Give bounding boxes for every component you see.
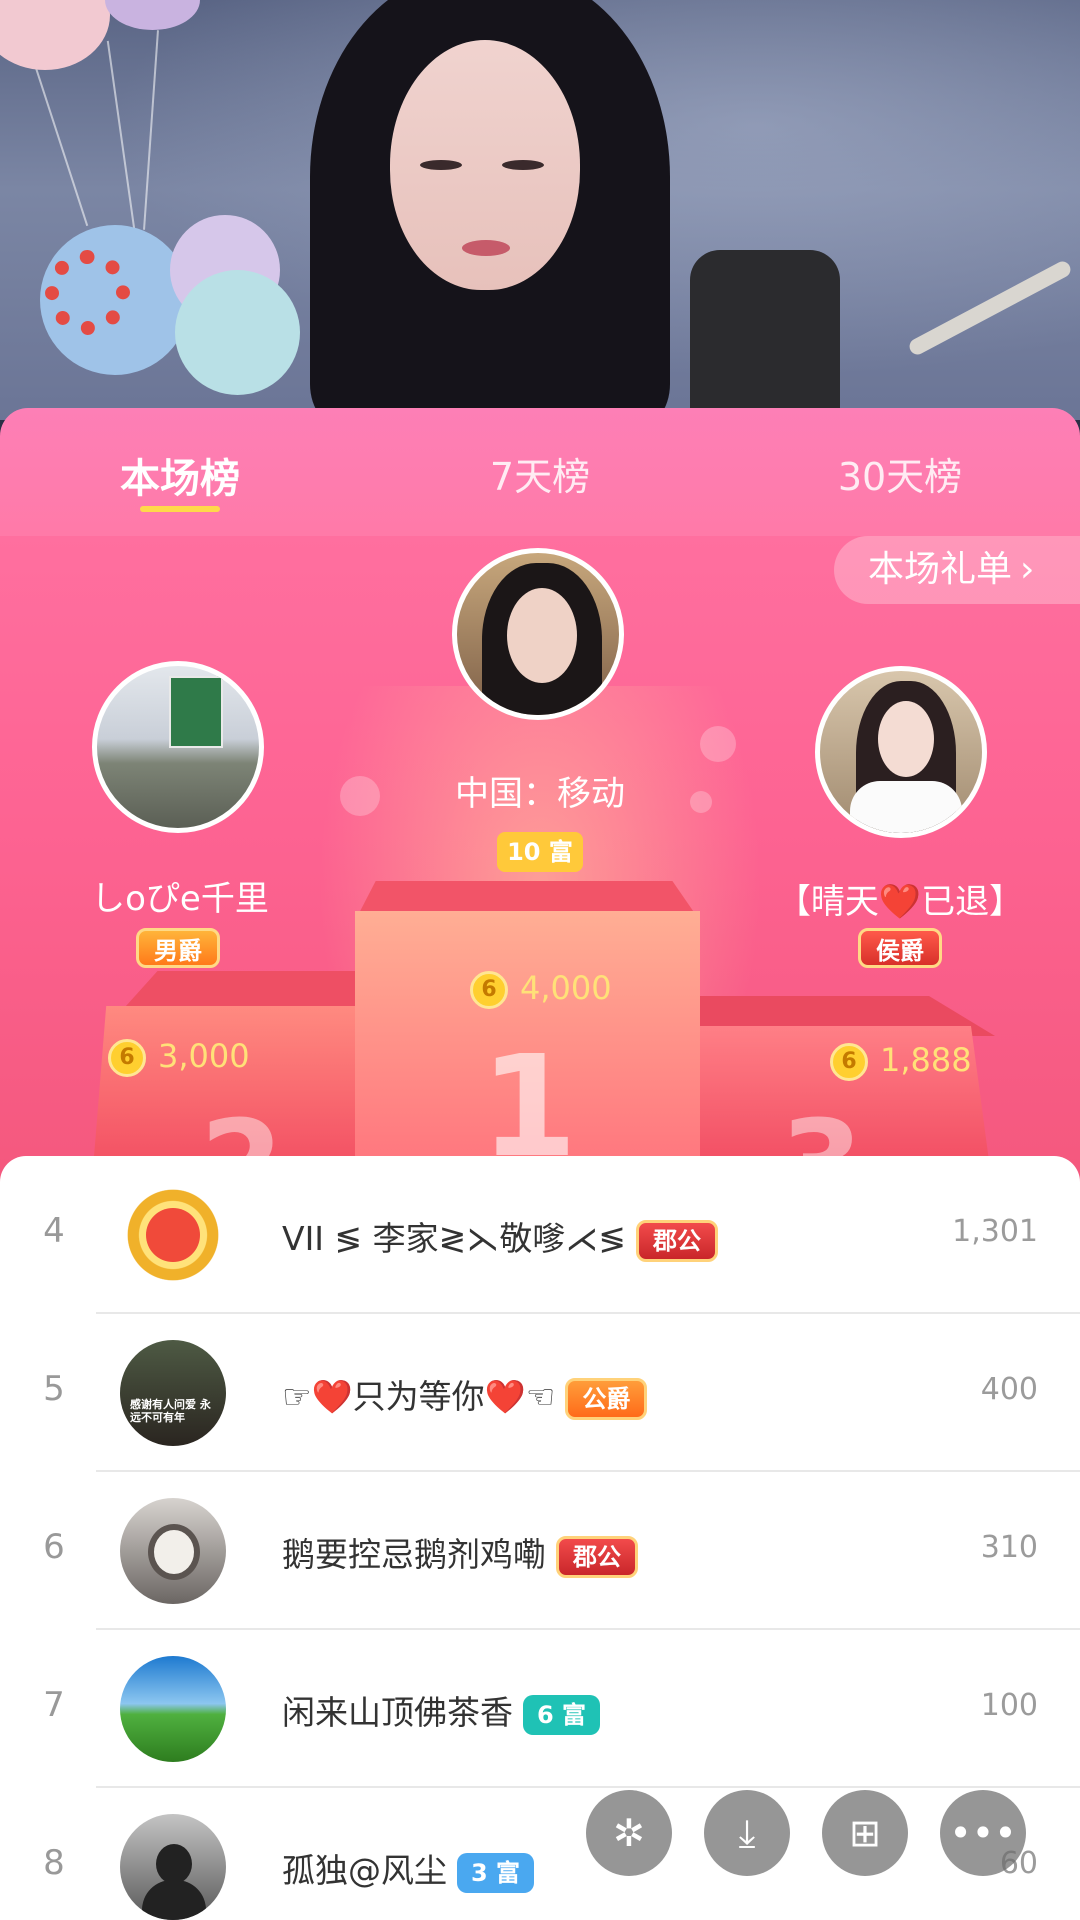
rank-1-rich-badge: 10 富 [497,832,583,872]
user-name-line: 鹅要控忌鹅剂鸡嘞 郡公 [282,1528,638,1578]
user-name-line: 孤独@风尘 3 富 [282,1844,535,1893]
chair [690,250,840,420]
rich-level-badge: 3 富 [457,1852,535,1893]
avatar-face-icon [146,1208,200,1262]
list-item[interactable]: 7 闲来山顶佛茶香 6 富 100 [0,1630,1080,1788]
top-three-podium: 本场礼单 › 1 2 3 中国：移动 しoぴe千里 【晴天❤️已退】 10 富 男… [0,536,1080,1188]
score-value: 4,000 [520,969,612,1007]
coin-icon: 6 [108,1039,146,1077]
cat-icon [148,1524,200,1580]
live-stream-video[interactable] [0,0,1080,420]
noble-badge: 郡公 [635,1219,718,1262]
rich-level-badge: 6 富 [523,1694,601,1735]
share-button[interactable]: ✲ [586,1790,672,1876]
apps-button[interactable]: ⊞ [822,1790,908,1876]
download-icon: ⤓ [738,1811,756,1855]
user-name-line: VII ≶ 李家≷⋋敬嗲⋌≶ 郡公 [282,1212,718,1262]
share-icon: ✲ [613,1811,645,1855]
avatar-text: 感谢有人问爱 永远不可有年 [130,1398,211,1424]
gift-list-button[interactable]: 本场礼单 › [834,536,1080,604]
score: 400 [980,1372,1038,1407]
rank-number: 5 [43,1369,65,1409]
user-name: 鹅要控忌鹅剂鸡嘞 [282,1535,546,1574]
streamer-face [390,40,580,290]
rank-3-name[interactable]: 【晴天❤️已退】 [730,874,1070,923]
user-name: ☞❤️只为等你❤️☜ [282,1377,556,1416]
rank-2-name[interactable]: しoぴe千里 [10,871,350,920]
avatar[interactable] [120,1656,226,1762]
sparkle [700,726,736,762]
road-sign [169,676,223,748]
avatar[interactable] [120,1814,226,1920]
tab-this-session[interactable]: 本场榜 [50,446,310,504]
gift-list-label: 本场礼单 [868,549,1013,590]
user-name: VII ≶ 李家≷⋋敬嗲⋌≶ [282,1219,626,1258]
avatar[interactable] [120,1498,226,1604]
list-item[interactable]: 5 感谢有人问爱 永远不可有年 ☞❤️只为等你❤️☜ 公爵 400 [0,1314,1080,1472]
more-icon: ••• [949,1811,1017,1855]
score: 310 [980,1530,1038,1565]
list-item[interactable]: 8 孤独@风尘 3 富 60 [0,1788,1080,1920]
rank-1-score: 6 4,000 [470,966,612,1010]
avatar[interactable]: 感谢有人问爱 永远不可有年 [120,1340,226,1446]
ranking-list: 4 VII ≶ 李家≷⋋敬嗲⋌≶ 郡公 1,301 5 感谢有人问爱 永远不可有年… [0,1156,1080,1920]
avatar-rank-3[interactable] [815,666,987,838]
avatar-head [156,1844,192,1884]
avatar-rank-1[interactable] [452,548,624,720]
noble-badge: 郡公 [556,1535,638,1578]
ranking-panel: 本场榜 7天榜 30天榜 本场礼单 › 1 2 3 中国：移动 しoぴe千里 【… [0,408,1080,1920]
rank-2-noble-badge: 男爵 [136,928,220,968]
eye [420,160,462,170]
rank-number: 4 [43,1211,65,1251]
rank-number: 8 [43,1843,65,1883]
avatar-shirt [850,781,962,833]
rank-number: 7 [43,1685,65,1725]
user-name-line: ☞❤️只为等你❤️☜ 公爵 [282,1370,648,1420]
download-button[interactable]: ⤓ [704,1790,790,1876]
score-value: 1,888 [880,1041,972,1079]
score-value: 3,000 [158,1037,250,1075]
coin-icon: 6 [830,1043,868,1081]
list-item[interactable]: 4 VII ≶ 李家≷⋋敬嗲⋌≶ 郡公 1,301 [0,1156,1080,1314]
rank-1-name[interactable]: 中国：移动 [370,766,710,815]
noble-badge: 公爵 [565,1377,648,1420]
score: 100 [980,1688,1038,1723]
rank-3-score: 6 1,888 [830,1038,972,1082]
tab-7-days[interactable]: 7天榜 [410,446,670,501]
score: 1,301 [952,1214,1038,1249]
active-tab-indicator [140,506,220,512]
coin-icon: 6 [470,971,508,1009]
rank-number: 6 [43,1527,65,1567]
list-item[interactable]: 6 鹅要控忌鹅剂鸡嘞 郡公 310 [0,1472,1080,1630]
avatar[interactable] [120,1182,226,1288]
avatar-face [878,701,934,777]
heart-wreath-decoration [45,250,130,335]
chevron-right-icon: › [1020,549,1035,590]
user-name: 孤独@风尘 [282,1851,447,1890]
avatar-rank-2[interactable] [92,661,264,833]
rank-3-noble-badge: 侯爵 [858,928,942,968]
rank-2-score: 6 3,000 [108,1034,250,1078]
more-button[interactable]: ••• [940,1790,1026,1876]
avatar-face [507,588,577,683]
user-name: 闲来山顶佛茶香 [282,1693,513,1732]
apps-grid-icon: ⊞ [849,1811,881,1855]
tab-30-days[interactable]: 30天榜 [770,446,1030,501]
eye [502,160,544,170]
lips [462,240,510,256]
avatar-body [142,1880,206,1920]
ranking-tabs: 本场榜 7天榜 30天榜 [0,408,1080,536]
user-name-line: 闲来山顶佛茶香 6 富 [282,1686,601,1735]
